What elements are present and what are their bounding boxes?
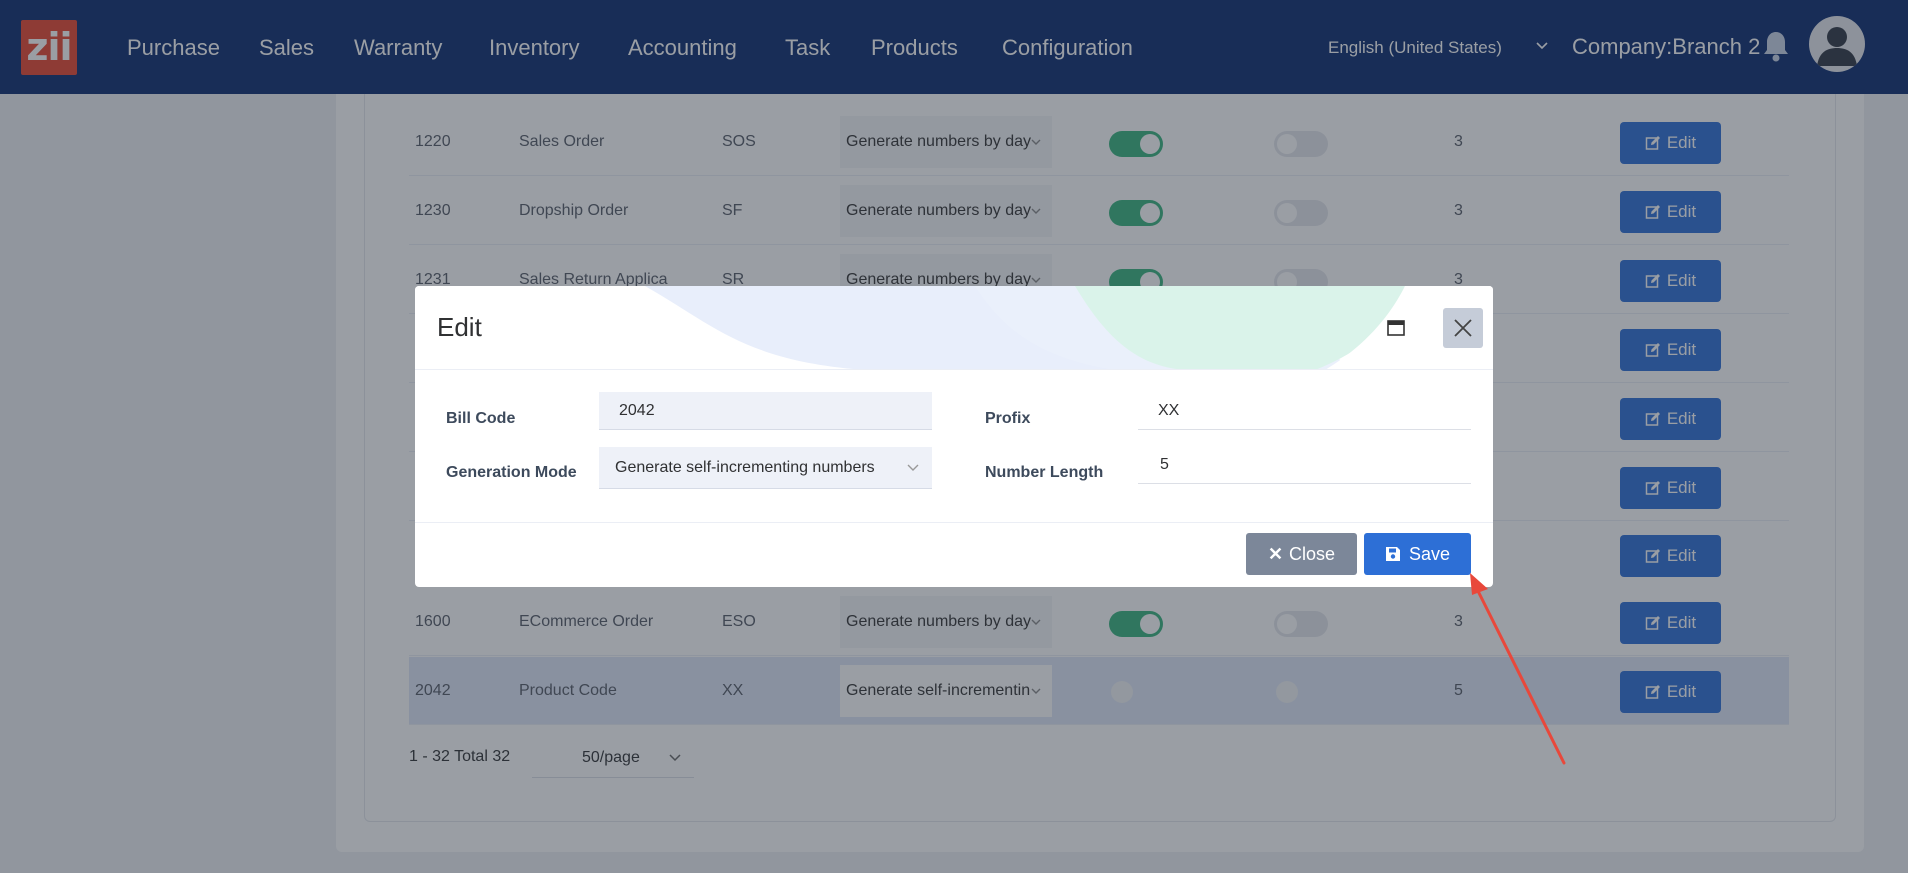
generation-mode-value: Generate self-incrementing numbers [615, 459, 875, 476]
bill-code-field[interactable]: 2042 [599, 392, 932, 430]
number-length-field[interactable]: 5 [1138, 446, 1471, 484]
profix-label: Profix [985, 410, 1031, 427]
edit-dialog: Edit Bill Code 2042 Profix XX Generation… [415, 286, 1493, 587]
dialog-header: Edit [415, 286, 1493, 370]
number-length-label: Number Length [985, 464, 1104, 481]
annotation-arrow [1470, 573, 1566, 765]
chevron-down-icon [907, 464, 919, 471]
close-icon: ✕ [1267, 544, 1284, 564]
save-button[interactable]: Save [1364, 533, 1471, 575]
save-icon [1385, 547, 1400, 561]
bill-code-label: Bill Code [446, 410, 516, 427]
close-button[interactable]: ✕ Close [1246, 533, 1357, 575]
profix-field[interactable]: XX [1138, 392, 1471, 430]
dialog-title: Edit [437, 312, 482, 342]
generation-mode-label: Generation Mode [446, 464, 577, 481]
generation-mode-select[interactable]: Generate self-incrementing numbers [599, 447, 932, 489]
maximize-icon[interactable] [1387, 320, 1405, 336]
header-decoration [645, 286, 1493, 369]
dialog-close-button[interactable] [1443, 308, 1483, 348]
dialog-footer: ✕ Close Save [415, 522, 1493, 587]
close-icon [1454, 319, 1472, 337]
